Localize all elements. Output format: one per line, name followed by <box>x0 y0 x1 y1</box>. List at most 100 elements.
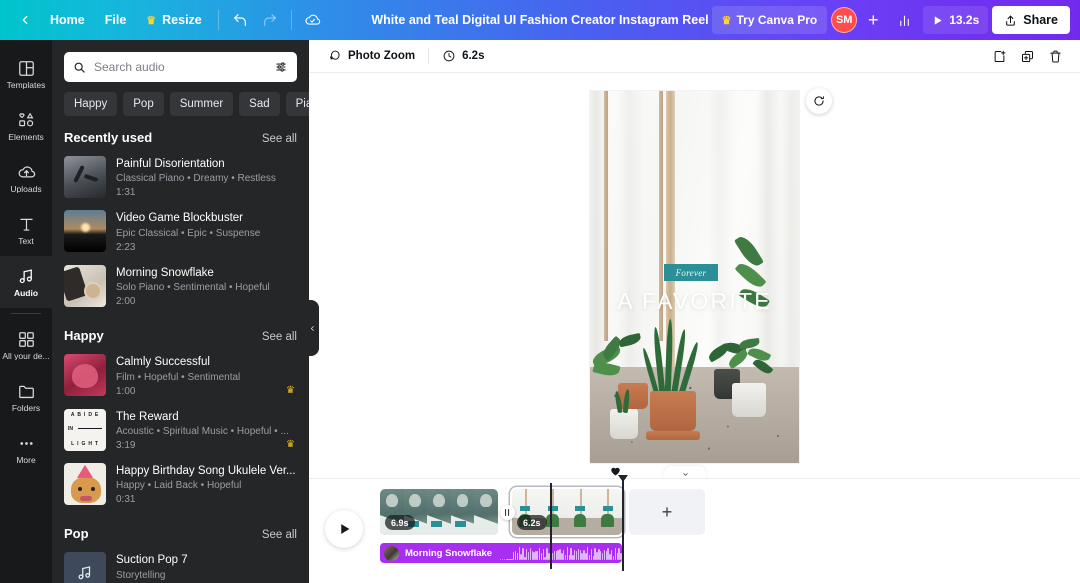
track-thumbnail <box>64 156 106 198</box>
track-name: Painful Disorientation <box>116 158 225 170</box>
photo-zoom-button[interactable]: Photo Zoom <box>321 44 422 69</box>
page-duration-button[interactable]: 6.2s <box>435 44 491 69</box>
pro-crown-icon: ♛ <box>286 384 295 396</box>
overlay-tag[interactable]: Forever <box>664 264 718 281</box>
chip-label: Piano <box>295 98 309 110</box>
folders-icon <box>18 385 34 398</box>
file-menu-button[interactable]: File <box>95 6 137 34</box>
track-duration: 2:23 <box>116 241 136 253</box>
list-item[interactable]: Calmly Successful Film • Hopeful • Senti… <box>52 349 309 403</box>
avatar[interactable]: SM <box>831 7 858 33</box>
resize-label: Resize <box>162 13 202 27</box>
clip-duration-badge: 6.9s <box>385 515 415 530</box>
avatar-initials: SM <box>835 14 853 26</box>
sidebar-item-text[interactable]: Text <box>0 204 52 256</box>
track-thumbnail <box>64 552 106 583</box>
design-page[interactable]: Forever A FAVORITE <box>590 91 799 463</box>
track-meta: Morning Snowflake Solo Piano • Sentiment… <box>116 265 297 309</box>
design-title-text: White and Teal Digital UI Fashion Creato… <box>371 13 709 27</box>
clip-duration-text: 6.2s <box>523 517 541 528</box>
canvas-stage: Forever A FAVORITE <box>309 73 1080 478</box>
add-collaborator-button[interactable]: + <box>861 7 885 33</box>
share-page-icon[interactable] <box>986 44 1012 69</box>
sidebar-item-audio[interactable]: Audio <box>0 256 52 308</box>
search-input[interactable] <box>94 60 266 74</box>
sidebar-item-all-designs[interactable]: All your de... <box>0 319 52 371</box>
audio-thumbnail <box>384 545 399 561</box>
sidebar-item-more[interactable]: More <box>0 423 52 475</box>
list-item[interactable]: A B I D E IN L I G H T The Reward Acoust… <box>52 404 309 458</box>
playhead[interactable] <box>550 483 552 569</box>
see-all-link[interactable]: See all <box>262 331 297 343</box>
filter-chip-happy[interactable]: Happy <box>64 92 118 116</box>
divider <box>290 10 292 30</box>
resize-button[interactable]: ♛ Resize <box>136 6 211 34</box>
music-note-icon <box>78 566 91 580</box>
left-rail: Templates Elements Uploads Text Audio Al… <box>0 40 52 583</box>
list-item[interactable]: Video Game Blockbuster Epic Classical • … <box>52 205 309 259</box>
photo-zoom-label: Photo Zoom <box>348 50 416 62</box>
list-item[interactable]: Painful Disorientation Classical Piano •… <box>52 151 309 205</box>
sidebar-item-label: Templates <box>6 80 46 90</box>
timeline-end-marker[interactable] <box>618 475 628 571</box>
filter-chip-piano[interactable]: Piano <box>285 92 309 116</box>
home-label: Home <box>50 13 85 27</box>
trash-icon[interactable] <box>1042 44 1068 69</box>
insights-icon[interactable] <box>889 6 919 34</box>
sidebar-item-uploads[interactable]: Uploads <box>0 152 52 204</box>
track-tags: Storytelling <box>116 569 166 581</box>
track-duration: 2:00 <box>116 296 136 308</box>
photo-zoom-icon <box>330 50 340 60</box>
audio-track[interactable]: Morning Snowflake <box>380 543 622 563</box>
timeline-clip-1[interactable]: 6.9s <box>380 489 498 535</box>
pro-crown-icon: ♛ <box>286 438 295 450</box>
timeline-collapse-tab[interactable] <box>664 466 706 478</box>
transition-icon[interactable] <box>500 505 515 520</box>
filter-chip-summer[interactable]: Summer <box>169 92 234 116</box>
see-all-link[interactable]: See all <box>262 133 297 145</box>
crown-icon: ♛ <box>146 14 157 27</box>
cloud-saved-icon[interactable] <box>298 6 328 34</box>
list-item[interactable]: Suction Pop 7 Storytelling <box>52 547 309 583</box>
undo-icon[interactable] <box>225 6 255 34</box>
track-tags: Acoustic • Spiritual Music • Hopeful • .… <box>116 425 289 437</box>
track-thumbnail: A B I D E IN L I G H T <box>64 408 106 451</box>
sidebar-item-folders[interactable]: Folders <box>0 371 52 423</box>
templates-icon <box>18 60 34 76</box>
filter-chip-sad[interactable]: Sad <box>239 92 280 116</box>
play-button[interactable] <box>325 510 363 548</box>
uploads-icon <box>18 166 35 178</box>
filter-chip-pop[interactable]: Pop <box>123 92 164 116</box>
divider <box>428 48 430 64</box>
track-name: Video Game Blockbuster <box>116 212 243 225</box>
duplicate-page-icon[interactable] <box>1014 44 1040 69</box>
list-item[interactable]: Morning Snowflake Solo Piano • Sentiment… <box>52 260 309 314</box>
audio-icon <box>19 269 32 283</box>
add-page-button[interactable]: + <box>629 489 705 535</box>
thumb-text-line1: A B I D E <box>70 411 100 418</box>
redo-icon[interactable] <box>255 6 285 34</box>
preview-duration-button[interactable]: 13.2s <box>923 6 989 34</box>
panel-collapse-handle[interactable] <box>305 300 319 356</box>
track-duration: 0:31 <box>116 494 136 506</box>
back-button[interactable] <box>10 6 40 34</box>
duration-label: 13.2s <box>949 13 980 27</box>
track-tags: Classical Piano • Dreamy • Restless <box>116 173 276 185</box>
chip-label: Pop <box>133 98 154 110</box>
timeline-clip-2[interactable]: 6.2s <box>512 489 622 535</box>
share-button[interactable]: Share <box>992 6 1070 34</box>
try-canva-pro-button[interactable]: ♛ Try Canva Pro <box>711 6 828 34</box>
thumb-text-line3: L I G H T <box>71 440 99 447</box>
filter-icon <box>276 62 286 72</box>
sidebar-item-elements[interactable]: Elements <box>0 100 52 152</box>
magic-refresh-icon[interactable] <box>806 88 832 114</box>
track-thumbnail <box>64 462 106 505</box>
see-all-link[interactable]: See all <box>262 529 297 541</box>
search-box[interactable] <box>64 52 297 82</box>
home-button[interactable]: Home <box>40 6 95 34</box>
sidebar-item-templates[interactable]: Templates <box>0 48 52 100</box>
section-recently-used-header: Recently used See all <box>52 116 309 151</box>
track-thumbnail <box>64 264 106 307</box>
list-item[interactable]: Happy Birthday Song Ukulele Ver... Happy… <box>52 458 309 512</box>
overlay-title[interactable]: A FAVORITE <box>590 288 799 315</box>
